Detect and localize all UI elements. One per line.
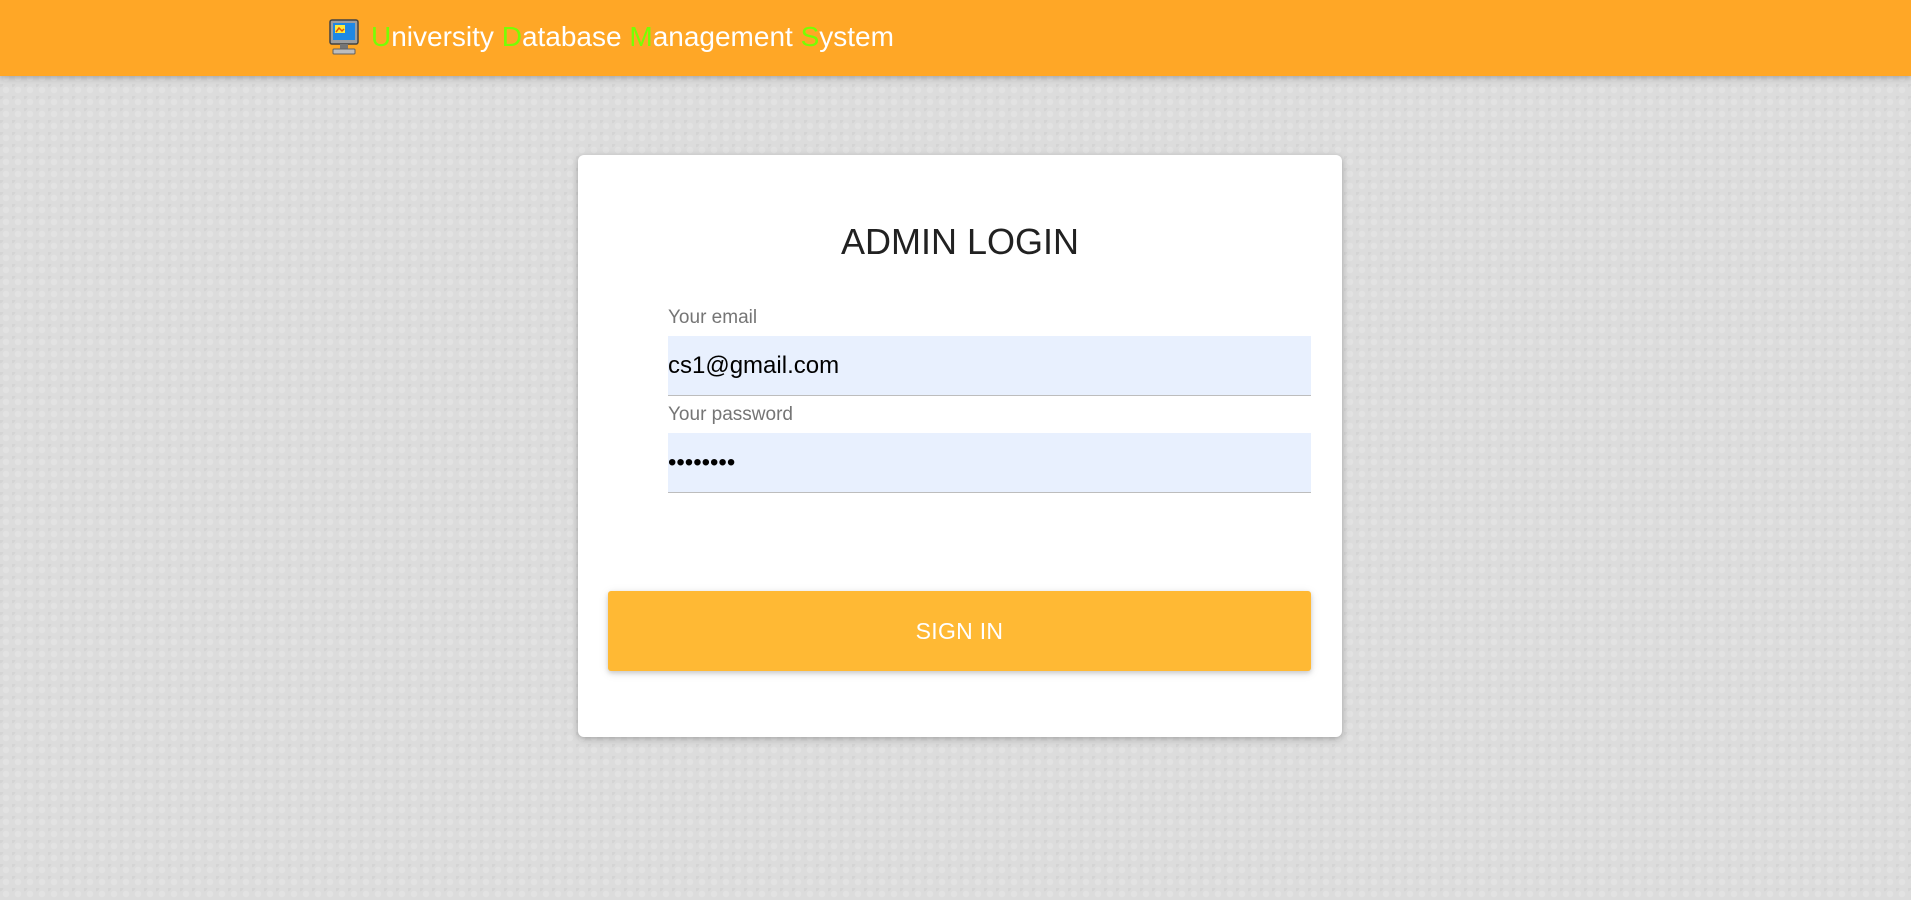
brand-initial: S (800, 21, 820, 52)
email-field[interactable] (668, 336, 1311, 395)
email-label: Your email (668, 307, 758, 328)
email-field-wrapper (668, 336, 1311, 396)
password-label: Your password (668, 404, 793, 425)
brand-word: ystem (819, 21, 894, 52)
password-field[interactable] (668, 433, 1311, 492)
brand-word: anagement (652, 21, 801, 52)
brand-title: University Database Management System (371, 21, 894, 53)
brand-word: niversity (391, 21, 502, 52)
brand-initial: U (371, 21, 392, 52)
computer-monitor-icon (327, 17, 361, 57)
brand-link[interactable]: University Database Management System (327, 17, 894, 57)
brand-word: atabase (521, 21, 630, 52)
brand-initial: D (501, 21, 522, 52)
page-title: ADMIN LOGIN (840, 221, 1080, 262)
password-field-wrapper (668, 433, 1311, 493)
top-navbar: University Database Management System (0, 0, 1911, 76)
sign-in-button[interactable]: SIGN IN (608, 591, 1311, 671)
login-card: ADMIN LOGIN Your email Your password SIG… (578, 155, 1342, 737)
brand-initial: M (629, 21, 653, 52)
